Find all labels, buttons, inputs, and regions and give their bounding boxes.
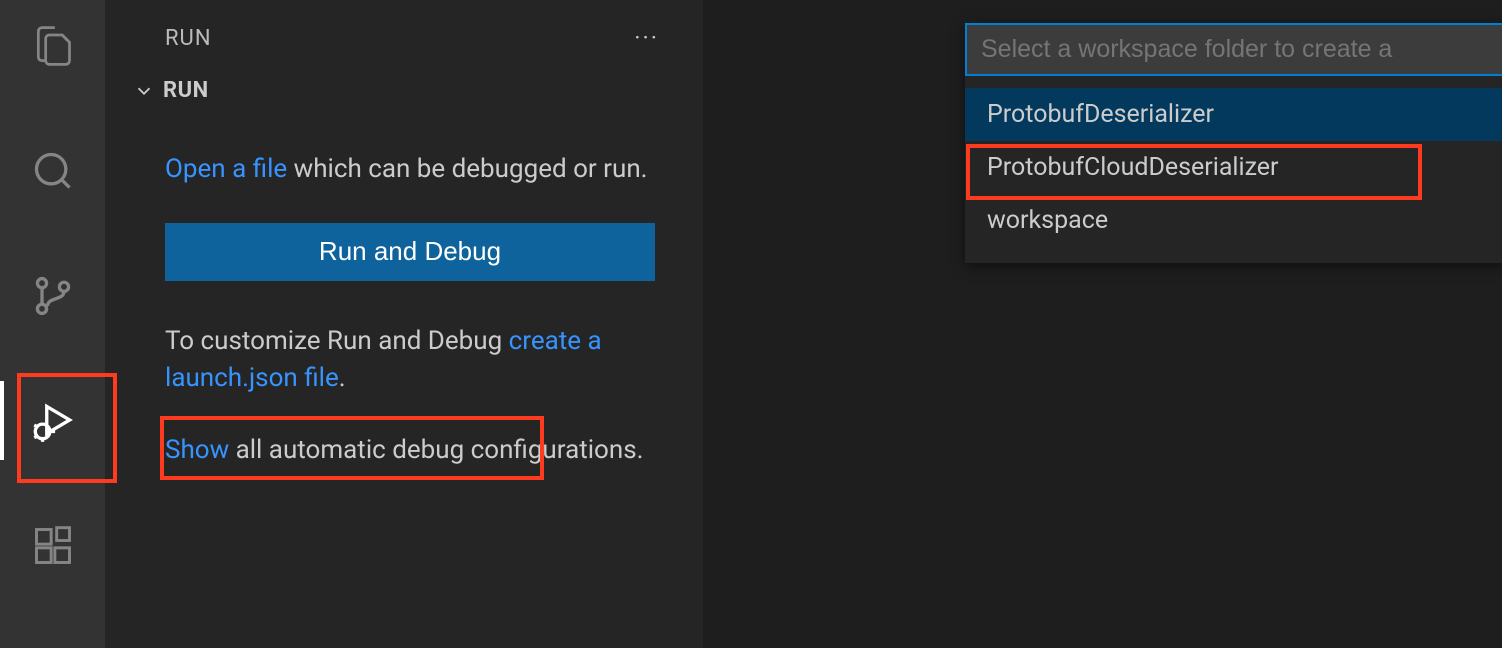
quickpick-item[interactable]: ProtobufDeserializer <box>965 88 1502 141</box>
show-link[interactable]: Show <box>165 435 229 465</box>
open-file-text: which can be debugged or run. <box>287 154 647 184</box>
sidebar-title: RUN <box>165 26 212 51</box>
open-file-paragraph: Open a file which can be debugged or run… <box>165 151 663 189</box>
explorer-activity[interactable] <box>0 18 105 73</box>
run-section-header[interactable]: RUN <box>105 78 703 103</box>
quickpick-input[interactable] <box>965 23 1502 76</box>
section-title: RUN <box>163 78 209 103</box>
source-control-activity[interactable] <box>0 268 105 323</box>
quickpick: ProtobufDeserializer ProtobufCloudDeseri… <box>965 23 1502 263</box>
extensions-activity[interactable] <box>0 518 105 573</box>
search-activity[interactable] <box>0 143 105 198</box>
customize-paragraph: To customize Run and Debug create a laun… <box>165 323 663 398</box>
quickpick-item[interactable]: ProtobufCloudDeserializer <box>965 141 1502 194</box>
extensions-icon <box>31 524 75 568</box>
search-icon <box>31 149 75 193</box>
more-actions-icon[interactable]: ··· <box>634 24 679 52</box>
run-debug-activity[interactable] <box>0 393 105 448</box>
run-content: Open a file which can be debugged or run… <box>105 151 703 504</box>
files-icon <box>31 24 75 68</box>
period: . <box>339 363 346 393</box>
sidebar-header: RUN ··· <box>105 24 703 78</box>
activity-bar <box>0 0 105 648</box>
show-paragraph: Show all automatic debug configurations. <box>165 432 663 470</box>
play-bug-icon <box>28 396 78 446</box>
open-file-link[interactable]: Open a file <box>165 154 287 184</box>
run-and-debug-button[interactable]: Run and Debug <box>165 223 655 281</box>
run-sidebar: RUN ··· RUN Open a file which can be deb… <box>105 0 703 648</box>
show-text: all automatic debug configurations. <box>229 435 643 465</box>
editor-area: ProtobufDeserializer ProtobufCloudDeseri… <box>703 0 1502 648</box>
customize-text: To customize Run and Debug <box>165 326 509 356</box>
quickpick-item[interactable]: workspace <box>965 194 1502 247</box>
quickpick-list: ProtobufDeserializer ProtobufCloudDeseri… <box>965 76 1502 263</box>
chevron-down-icon <box>133 80 155 102</box>
git-branch-icon <box>31 274 75 318</box>
